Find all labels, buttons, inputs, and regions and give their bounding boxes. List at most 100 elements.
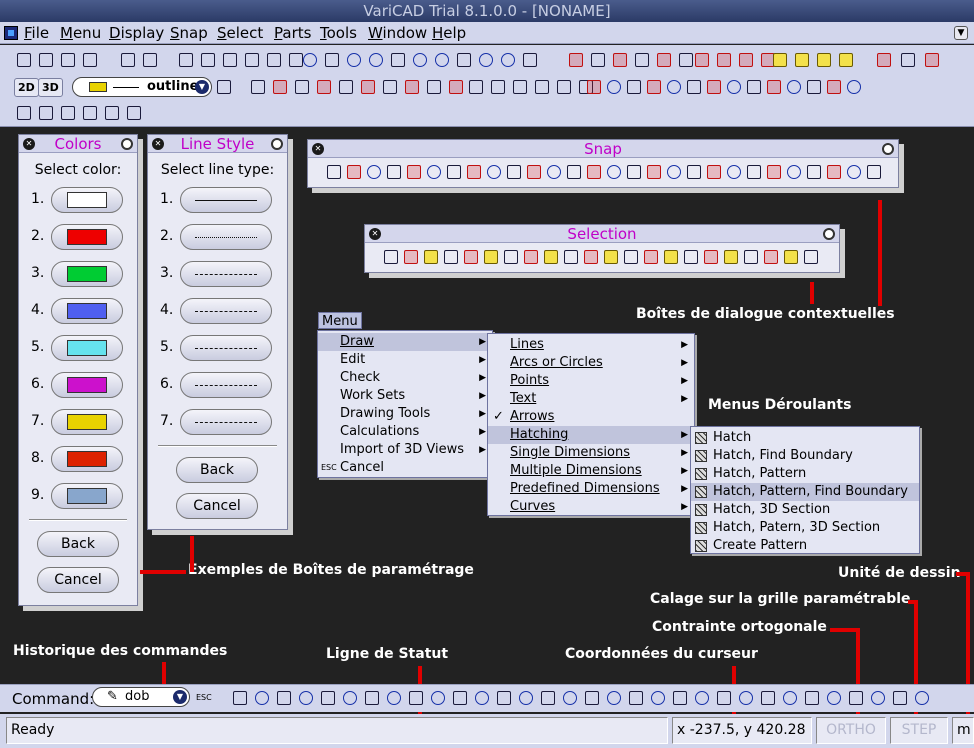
tool-icon[interactable]: [761, 247, 780, 266]
tool-icon[interactable]: [358, 77, 377, 96]
tool-icon[interactable]: [242, 50, 261, 69]
menu-item-edit[interactable]: Edit ▶: [318, 351, 492, 369]
hatch-item-6[interactable]: Hatch, Patern, 3D Section: [691, 519, 919, 537]
tool-icon[interactable]: [588, 50, 607, 69]
tool-icon[interactable]: [381, 247, 400, 266]
tool-icon[interactable]: [632, 50, 651, 69]
tool-icon[interactable]: [118, 50, 137, 69]
tool-icon[interactable]: [494, 688, 513, 707]
tool-icon[interactable]: [220, 50, 239, 69]
tool-icon[interactable]: [792, 50, 811, 69]
submenu-item-arrows[interactable]: Arrows ✓: [488, 408, 694, 426]
menu-parts[interactable]: Parts: [274, 24, 311, 42]
tool-icon[interactable]: [714, 50, 733, 69]
tool-icon[interactable]: [692, 50, 711, 69]
color-option-6[interactable]: [51, 372, 123, 398]
hatch-item-4[interactable]: Hatch, Pattern, Find Boundary: [691, 483, 919, 501]
tool-icon[interactable]: [461, 247, 480, 266]
tool-icon[interactable]: [292, 77, 311, 96]
tool-icon[interactable]: [561, 247, 580, 266]
tool-icon[interactable]: [721, 247, 740, 266]
pin-icon[interactable]: [121, 138, 133, 150]
tool-icon[interactable]: [532, 77, 551, 96]
tool-icon[interactable]: [441, 247, 460, 266]
hatch-item-2[interactable]: Hatch, Find Boundary: [691, 447, 919, 465]
tool-icon[interactable]: [401, 247, 420, 266]
tool-icon[interactable]: [544, 162, 563, 181]
tool-icon[interactable]: [661, 247, 680, 266]
line-type-option-5[interactable]: [180, 335, 272, 361]
line-style-combo[interactable]: outline ▼: [72, 77, 212, 97]
tool-icon[interactable]: [364, 162, 383, 181]
tool-icon[interactable]: [741, 247, 760, 266]
tool-icon[interactable]: [604, 688, 623, 707]
menu-item-drawing-tools[interactable]: Drawing Tools ▶: [318, 405, 492, 423]
tool-icon[interactable]: [868, 688, 887, 707]
ortho-toggle[interactable]: ORTHO: [816, 717, 886, 744]
tool-icon[interactable]: [484, 162, 503, 181]
tool-icon[interactable]: [922, 50, 941, 69]
tool-icon[interactable]: [428, 688, 447, 707]
tool-icon[interactable]: [402, 77, 421, 96]
line-type-option-4[interactable]: [180, 298, 272, 324]
tool-icon[interactable]: [648, 688, 667, 707]
tool-icon[interactable]: [421, 247, 440, 266]
line-type-option-3[interactable]: [180, 261, 272, 287]
submenu-item-multiple-dimensions[interactable]: Multiple Dimensions ▶: [488, 462, 694, 480]
menu-item-work-sets[interactable]: Work Sets ▶: [318, 387, 492, 405]
color-option-3[interactable]: [51, 261, 123, 287]
tool-icon[interactable]: [264, 50, 283, 69]
tool-icon[interactable]: [406, 688, 425, 707]
tool-icon[interactable]: [684, 162, 703, 181]
tool-icon[interactable]: [344, 162, 363, 181]
line-type-option-1[interactable]: [180, 187, 272, 213]
tool-icon[interactable]: [824, 162, 843, 181]
tool-icon[interactable]: [864, 162, 883, 181]
tool-icon[interactable]: [802, 688, 821, 707]
tool-icon[interactable]: [846, 688, 865, 707]
menu-snap[interactable]: Snap: [170, 24, 208, 42]
tool-icon[interactable]: [336, 77, 355, 96]
tool-icon[interactable]: [784, 162, 803, 181]
tool-icon[interactable]: [362, 688, 381, 707]
tool-icon[interactable]: [444, 162, 463, 181]
tool-icon[interactable]: [681, 247, 700, 266]
colors-cancel-button[interactable]: Cancel: [37, 567, 119, 593]
tool-icon[interactable]: [724, 162, 743, 181]
tool-icon[interactable]: [701, 247, 720, 266]
menu-select[interactable]: Select: [217, 24, 263, 42]
tool-icon[interactable]: [384, 688, 403, 707]
submenu-item-text[interactable]: Text ▶: [488, 390, 694, 408]
tool-icon[interactable]: [626, 688, 645, 707]
tool-icon[interactable]: [644, 162, 663, 181]
tool-icon[interactable]: [198, 50, 217, 69]
tool-icon[interactable]: [898, 50, 917, 69]
tool-icon[interactable]: [324, 162, 343, 181]
tool-icon[interactable]: [758, 688, 777, 707]
tool-icon[interactable]: [581, 247, 600, 266]
tool-icon[interactable]: [124, 103, 143, 122]
tool-icon[interactable]: [466, 77, 485, 96]
tool-icon[interactable]: [844, 162, 863, 181]
tool-icon[interactable]: [584, 77, 603, 96]
menu-window[interactable]: Window: [368, 24, 427, 42]
tool-icon[interactable]: [140, 50, 159, 69]
tool-icon[interactable]: [524, 162, 543, 181]
tool-icon[interactable]: [874, 50, 893, 69]
menu-item-cancel[interactable]: ESC Cancel: [318, 459, 492, 477]
tool-icon[interactable]: [464, 162, 483, 181]
tool-icon[interactable]: [176, 50, 195, 69]
tool-icon[interactable]: [801, 247, 820, 266]
view-3d-button[interactable]: 3D: [38, 78, 63, 97]
tool-icon[interactable]: [340, 688, 359, 707]
tool-icon[interactable]: [704, 162, 723, 181]
window-menu-button[interactable]: ▼: [954, 26, 968, 40]
tool-icon[interactable]: [824, 688, 843, 707]
tool-icon[interactable]: [450, 688, 469, 707]
menu-item-import-3d-views[interactable]: Import of 3D Views ▶: [318, 441, 492, 459]
command-esc-button[interactable]: ESC: [196, 693, 212, 702]
color-option-1[interactable]: [51, 187, 123, 213]
tool-icon[interactable]: [481, 247, 500, 266]
tool-icon[interactable]: [560, 688, 579, 707]
tool-icon[interactable]: [476, 50, 495, 69]
